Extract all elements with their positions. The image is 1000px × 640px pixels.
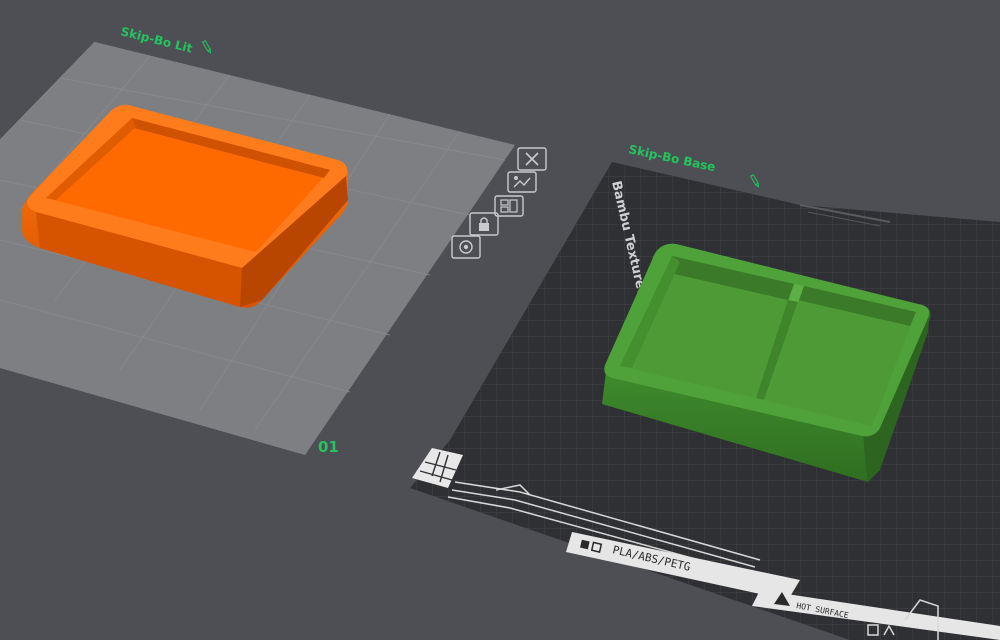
lock-icon[interactable] [469, 212, 499, 236]
close-icon[interactable] [517, 147, 547, 171]
3d-viewport[interactable]: Skip-Bo Lit 01 PLA/ABS/PETG HOT SURFACE … [0, 0, 1000, 640]
arrange-icon[interactable] [494, 195, 524, 217]
pencil-icon[interactable] [749, 173, 760, 188]
settings-icon[interactable] [451, 235, 481, 259]
pencil-icon[interactable] [201, 39, 212, 54]
plate-1-name-label[interactable]: Skip-Bo Lit [119, 24, 212, 56]
auto-orient-icon[interactable] [507, 171, 537, 193]
plate-1-index: 01 [318, 438, 339, 456]
